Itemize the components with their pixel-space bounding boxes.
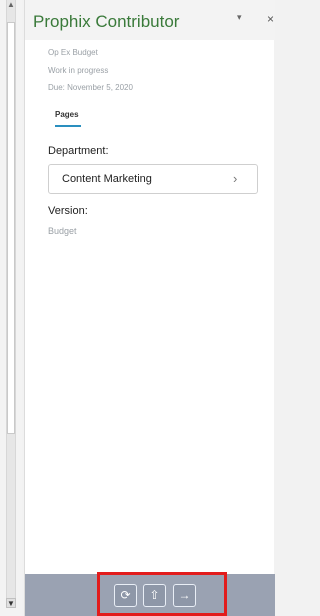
- vertical-scrollbar-thumb[interactable]: [7, 22, 15, 434]
- department-selector[interactable]: Content Marketing ›: [48, 164, 258, 194]
- active-tab-indicator: [55, 125, 81, 127]
- pane-header: Prophix Contributor ▾ ×: [25, 0, 275, 40]
- worksheet-scroll-area: ▲ ▼: [0, 0, 22, 616]
- next-arrow-icon[interactable]: →: [173, 584, 196, 607]
- excel-addin-view: ▲ ▼ Prophix Contributor ▾ × Op Ex Budget…: [0, 0, 275, 616]
- upload-icon[interactable]: ⇧: [143, 584, 166, 607]
- refresh-icon[interactable]: ⟳: [114, 584, 137, 607]
- scroll-up-icon[interactable]: ▲: [6, 0, 16, 10]
- department-value: Content Marketing: [62, 173, 152, 185]
- close-icon[interactable]: ×: [267, 12, 274, 26]
- workflow-status: Work in progress: [48, 66, 109, 75]
- chevron-right-icon: ›: [233, 171, 238, 186]
- task-pane: Prophix Contributor ▾ × Op Ex Budget Wor…: [24, 0, 275, 616]
- due-date: Due: November 5, 2020: [48, 83, 133, 92]
- scroll-down-icon[interactable]: ▼: [6, 598, 16, 608]
- pane-options-icon[interactable]: ▾: [237, 12, 242, 23]
- department-label: Department:: [48, 145, 109, 157]
- tab-pages[interactable]: Pages: [55, 110, 79, 119]
- version-label: Version:: [48, 205, 88, 217]
- model-name: Op Ex Budget: [48, 48, 98, 57]
- version-value: Budget: [48, 226, 77, 236]
- pane-title: Prophix Contributor: [33, 12, 180, 31]
